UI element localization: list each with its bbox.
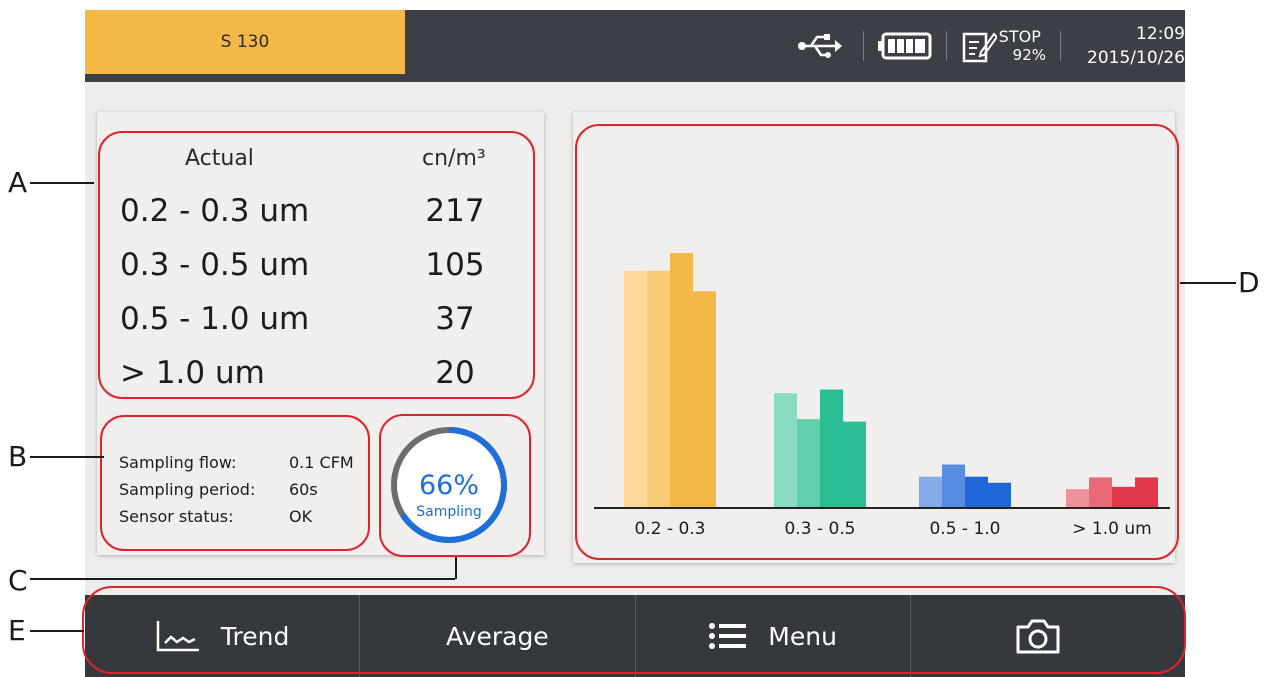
log-status[interactable]: STOP 92% [961, 27, 1046, 65]
annotation-c: C [8, 564, 28, 597]
leader-d [1180, 282, 1236, 284]
log-edit-icon [962, 32, 997, 63]
annotation-e: E [8, 614, 26, 647]
battery-icon [877, 32, 932, 60]
time: 12:09 [1136, 24, 1185, 44]
callout-c [379, 414, 531, 557]
clock: 12:09 2015/10/26 [1087, 22, 1185, 70]
log-status-text: STOP [998, 27, 1041, 46]
callout-d [575, 124, 1179, 560]
separator [1060, 31, 1062, 61]
separator [945, 31, 947, 61]
status-bar: S 130 STOP 92% 12:09 2015/10/26 [85, 10, 1185, 82]
callout-e [82, 586, 1186, 674]
model-label: S 130 [85, 10, 405, 74]
leader-a [30, 182, 94, 184]
log-percent: 92% [1012, 46, 1047, 64]
separator [862, 31, 864, 61]
usb-icon [797, 34, 842, 58]
leader-c-vertical [455, 557, 457, 579]
leader-e [30, 630, 84, 632]
status-indicators: STOP 92% 12:09 2015/10/26 [795, 10, 1185, 82]
annotation-d: D [1238, 266, 1260, 299]
callout-b [100, 415, 370, 551]
date: 2015/10/26 [1087, 48, 1185, 68]
annotation-a: A [8, 166, 28, 199]
leader-c [30, 578, 455, 580]
annotation-b: B [8, 440, 28, 473]
leader-b [30, 456, 104, 458]
callout-a [98, 131, 535, 399]
